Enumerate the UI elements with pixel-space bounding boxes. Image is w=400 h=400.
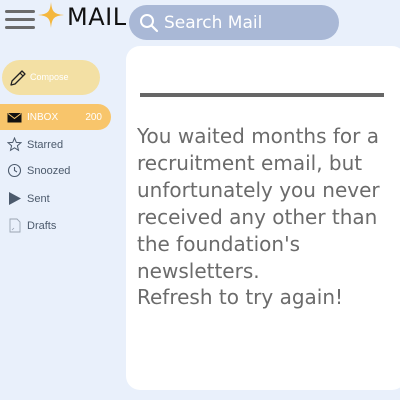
menu-icon[interactable] — [5, 10, 35, 29]
pencil-icon — [10, 70, 26, 86]
sidebar-item-sent[interactable]: Sent — [0, 185, 111, 211]
compose-label: Compose — [30, 72, 69, 82]
search-input[interactable]: Search Mail — [164, 13, 262, 33]
sidebar-item-label: Sent — [27, 193, 50, 205]
sidebar-item-label: INBOX — [27, 112, 59, 123]
envelope-icon — [7, 113, 22, 123]
sidebar-item-starred[interactable]: Starred — [0, 131, 111, 157]
sidebar-item-snoozed[interactable]: Snoozed — [0, 157, 111, 183]
sidebar-item-label: Drafts — [27, 220, 57, 232]
app-title: MAIL — [67, 3, 127, 31]
refresh-prompt[interactable]: Refresh to try again! — [137, 284, 343, 311]
star-logo-icon — [38, 2, 64, 28]
unread-count: 200 — [85, 112, 102, 123]
sidebar-item-inbox[interactable]: INBOX 200 — [0, 104, 111, 130]
clock-icon — [7, 163, 22, 178]
document-icon — [9, 218, 21, 233]
sidebar-item-drafts[interactable]: Drafts — [0, 212, 111, 238]
message-text: You waited months for a recruitment emai… — [137, 124, 380, 283]
compose-button[interactable]: Compose — [2, 60, 100, 95]
play-icon — [9, 192, 21, 205]
search-bar[interactable]: Search Mail — [129, 5, 339, 40]
search-icon — [140, 14, 159, 33]
sidebar-item-label: Snoozed — [27, 165, 71, 177]
divider — [140, 93, 384, 97]
sidebar-item-label: Starred — [27, 139, 64, 151]
star-icon — [7, 137, 22, 152]
message-panel: You waited months for a recruitment emai… — [126, 46, 400, 390]
